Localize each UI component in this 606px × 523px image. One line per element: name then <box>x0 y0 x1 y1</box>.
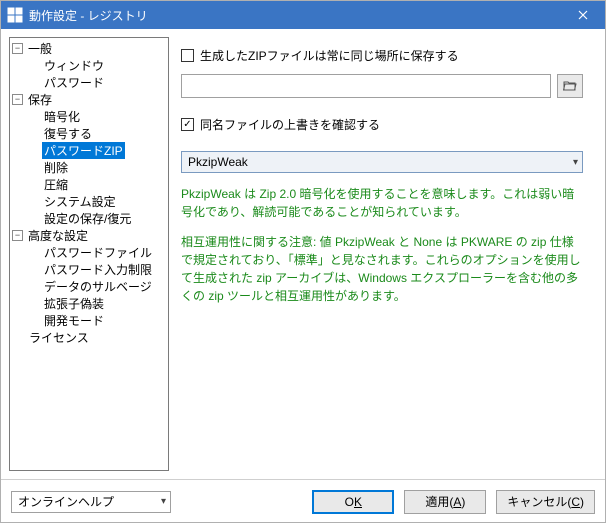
settings-tree[interactable]: − 一般 ウィンドウ パスワード − 保存 暗号化 復号する パスワードZIP … <box>9 37 169 471</box>
ok-button[interactable]: OK <box>312 490 394 514</box>
button-label: キャンセル(C) <box>507 493 584 510</box>
tree-label: 一般 <box>26 40 54 57</box>
tree-label-selected: パスワードZIP <box>42 142 125 159</box>
tree-node-compression[interactable]: 圧縮 <box>10 176 168 193</box>
tree-node-password[interactable]: パスワード <box>10 74 168 91</box>
tree-node-save[interactable]: − 保存 <box>10 91 168 108</box>
tree-label: 暗号化 <box>42 108 82 125</box>
tree-label: ライセンス <box>27 329 91 346</box>
tree-node-password-input-limit[interactable]: パスワード入力制限 <box>10 261 168 278</box>
tree-node-restore[interactable]: 復号する <box>10 125 168 142</box>
tree-node-general[interactable]: − 一般 <box>10 40 168 57</box>
app-icon <box>7 7 23 23</box>
tree-label: データのサルベージ <box>42 278 154 295</box>
info-paragraph: 相互運用性に関する注意: 値 PkzipWeak と None は PKWARE… <box>181 233 583 305</box>
folder-open-icon <box>563 79 577 94</box>
tree-label: 圧縮 <box>42 176 70 193</box>
tree-node-window[interactable]: ウィンドウ <box>10 57 168 74</box>
encryption-algo-select[interactable]: PkzipWeak ▾ <box>181 151 583 173</box>
tree-label: ウィンドウ <box>42 57 106 74</box>
tree-label: 高度な設定 <box>26 227 90 244</box>
tree-label: 開発モード <box>42 312 106 329</box>
apply-button[interactable]: 適用(A) <box>404 490 486 514</box>
path-row <box>181 74 583 98</box>
tree-label: パスワード入力制限 <box>42 261 154 278</box>
cancel-button[interactable]: キャンセル(C) <box>496 490 595 514</box>
bottom-bar: オンラインヘルプ ▾ OK 適用(A) キャンセル(C) <box>1 479 605 523</box>
checkbox-checked-icon[interactable] <box>181 118 194 131</box>
chevron-down-icon: ▾ <box>573 157 578 168</box>
button-label: 適用(A) <box>425 493 465 510</box>
tree-node-system-settings[interactable]: システム設定 <box>10 193 168 210</box>
main-area: − 一般 ウィンドウ パスワード − 保存 暗号化 復号する パスワードZIP … <box>1 29 605 479</box>
tree-node-password-zip[interactable]: パスワードZIP <box>10 142 168 159</box>
tree-node-advanced[interactable]: − 高度な設定 <box>10 227 168 244</box>
tree-label: 保存 <box>26 91 54 108</box>
tree-label: パスワードファイル <box>42 244 154 261</box>
tree-node-dev-mode[interactable]: 開発モード <box>10 312 168 329</box>
select-value: PkzipWeak <box>188 155 573 169</box>
checkbox-label: 同名ファイルの上書きを確認する <box>200 116 380 133</box>
window-title: 動作設定 - レジストリ <box>29 7 561 24</box>
tree-node-password-file[interactable]: パスワードファイル <box>10 244 168 261</box>
checkbox-row-confirm-overwrite[interactable]: 同名ファイルの上書きを確認する <box>181 116 583 133</box>
title-bar: 動作設定 - レジストリ <box>1 1 605 29</box>
tree-node-license[interactable]: ライセンス <box>10 329 168 346</box>
checkbox-row-save-location[interactable]: 生成したZIPファイルは常に同じ場所に保存する <box>181 47 583 64</box>
help-select[interactable]: オンラインヘルプ ▾ <box>11 491 171 513</box>
tree-label: 設定の保存/復元 <box>42 210 133 227</box>
tree-label: システム設定 <box>42 193 118 210</box>
tree-label: 拡張子偽装 <box>42 295 106 312</box>
browse-button[interactable] <box>557 74 583 98</box>
info-paragraph: PkzipWeak は Zip 2.0 暗号化を使用することを意味します。これは… <box>181 185 583 221</box>
tree-label: 復号する <box>42 125 94 142</box>
tree-node-data-salvage[interactable]: データのサルベージ <box>10 278 168 295</box>
info-text: PkzipWeak は Zip 2.0 暗号化を使用することを意味します。これは… <box>181 185 583 305</box>
checkbox-unchecked-icon[interactable] <box>181 49 194 62</box>
tree-node-ext-spoof[interactable]: 拡張子偽装 <box>10 295 168 312</box>
help-select-value: オンラインヘルプ <box>18 493 161 510</box>
minus-icon[interactable]: − <box>12 94 23 105</box>
minus-icon[interactable]: − <box>12 43 23 54</box>
tree-node-encryption[interactable]: 暗号化 <box>10 108 168 125</box>
tree-node-delete[interactable]: 削除 <box>10 159 168 176</box>
save-path-input[interactable] <box>181 74 551 98</box>
content-panel: 生成したZIPファイルは常に同じ場所に保存する 同名ファイルの上書きを確認する … <box>177 37 597 471</box>
tree-label: パスワード <box>42 74 106 91</box>
minus-icon[interactable]: − <box>12 230 23 241</box>
button-label: OK <box>345 495 362 509</box>
close-button[interactable] <box>561 1 605 29</box>
tree-label: 削除 <box>42 159 70 176</box>
chevron-down-icon: ▾ <box>161 496 166 507</box>
checkbox-label: 生成したZIPファイルは常に同じ場所に保存する <box>200 47 459 64</box>
tree-node-settings-backup[interactable]: 設定の保存/復元 <box>10 210 168 227</box>
